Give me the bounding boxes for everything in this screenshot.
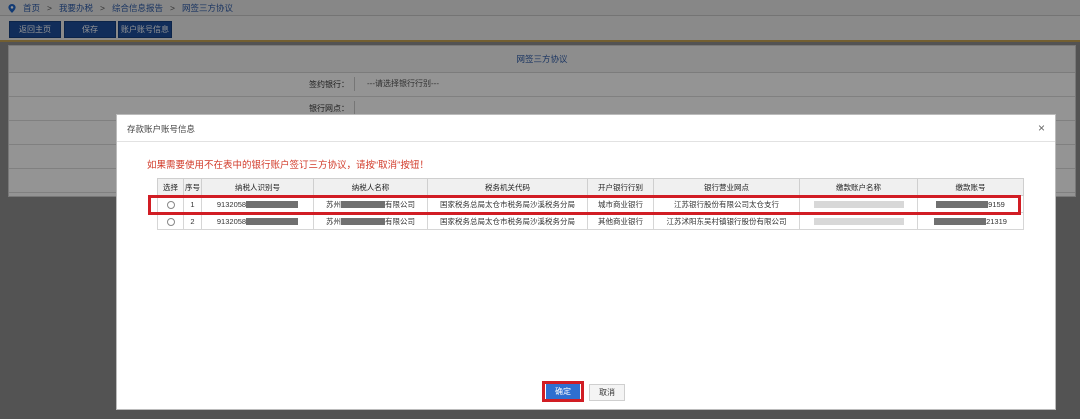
row-branch: 江苏沭阳东吴村镇银行股份有限公司 (653, 212, 800, 230)
row-radio[interactable] (166, 217, 175, 226)
col-header-account-no: 缴款账号 (917, 178, 1024, 196)
table-row[interactable]: 2 9132058 苏州 有限公司 国家税务总局太仓市税务局沙溪税务分局 其他商业… (157, 212, 1024, 230)
col-header-seq: 序号 (183, 178, 202, 196)
redaction-mask (341, 218, 385, 226)
taxpayer-id-text: 9132058 (216, 216, 247, 226)
row-account-no: 21319 (917, 212, 1024, 230)
col-header-tax-office: 税务机关代码 (427, 178, 588, 196)
confirm-button[interactable]: 确定 (546, 384, 580, 399)
col-header-branch: 银行营业网点 (653, 178, 800, 196)
row-highlight-frame (148, 195, 1021, 215)
col-header-account-name: 缴款账户名称 (799, 178, 918, 196)
redaction-mask (813, 218, 904, 226)
row-bank-type: 其他商业银行 (587, 212, 654, 230)
close-icon[interactable]: × (1038, 121, 1045, 135)
row-seq: 2 (183, 212, 202, 230)
name-prefix: 苏州 (326, 216, 341, 226)
account-info-dialog: 存款账户账号信息 × 如果需要使用不在表中的银行账户签订三方协议，请按“取消”按… (116, 114, 1056, 410)
row-tax-office: 国家税务总局太仓市税务局沙溪税务分局 (427, 212, 588, 230)
redaction-mask (246, 218, 299, 226)
cancel-button[interactable]: 取消 (589, 384, 625, 401)
col-header-taxpayer-id: 纳税人识别号 (201, 178, 314, 196)
dialog-header: 存款账户账号信息 × (117, 115, 1055, 142)
col-header-bank-type: 开户银行行别 (587, 178, 654, 196)
warning-message: 如果需要使用不在表中的银行账户签订三方协议，请按“取消”按钮！ (147, 160, 429, 171)
row-taxpayer-name: 苏州 有限公司 (313, 212, 428, 230)
col-header-select: 选择 (157, 178, 184, 196)
name-suffix: 有限公司 (385, 216, 415, 226)
dialog-title: 存款账户账号信息 (127, 124, 196, 134)
redaction-mask (934, 218, 987, 226)
col-header-taxpayer-name: 纳税人名称 (313, 178, 428, 196)
row-taxpayer-id: 9132058 (201, 212, 314, 230)
account-suffix: 21319 (986, 216, 1007, 226)
table-header: 选择 序号 纳税人识别号 纳税人名称 税务机关代码 开户银行行别 银行营业网点 … (157, 178, 1024, 196)
row-account-name (799, 212, 918, 230)
